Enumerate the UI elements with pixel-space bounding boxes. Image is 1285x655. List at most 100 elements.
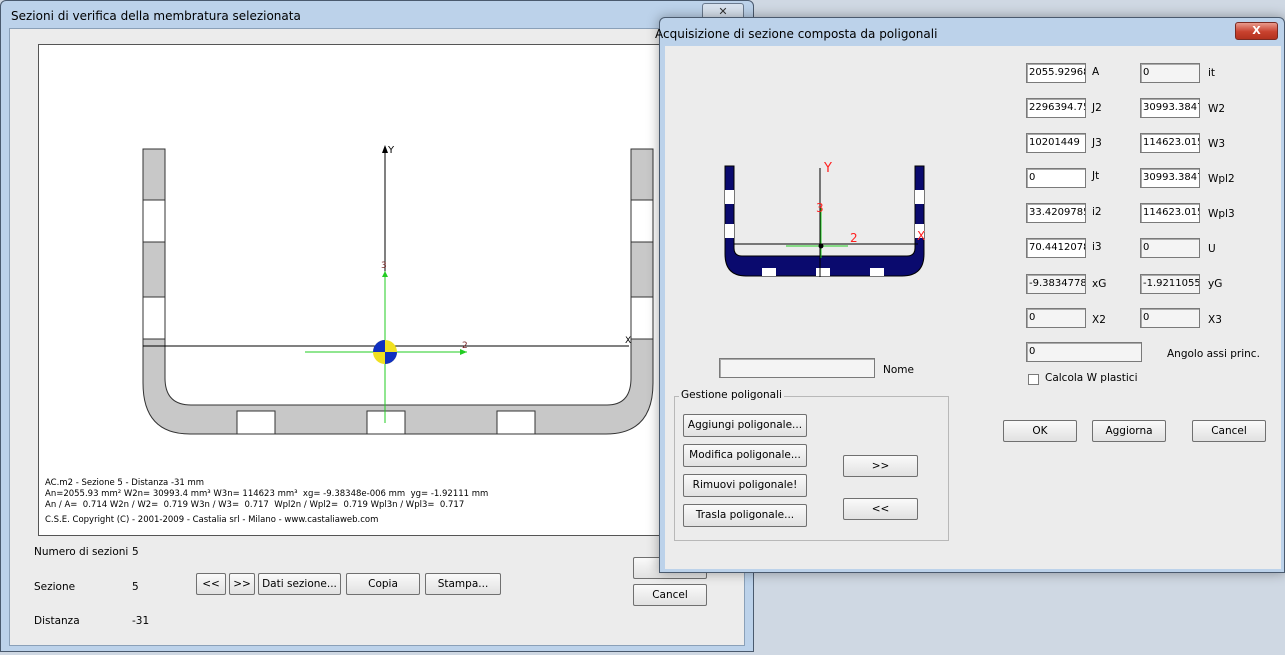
polygon-section-dialog: Acquisizione di sezione composta da poli… [655,17,1285,573]
right-gap-1 [630,199,654,243]
left-gap-1 [142,199,166,243]
field-jt[interactable]: 0 [1026,168,1086,188]
aggiungi-poligonale-button[interactable]: Aggiungi poligonale... [683,414,807,437]
field-yg[interactable]: -1.9211055 [1140,274,1200,294]
section-canvas: Y 3 2 X AC.m2 - Sezione 5 - Distanza -31… [38,44,680,536]
label-w3: W3 [1208,138,1226,150]
preview-bottom-gap-2 [816,268,830,276]
forward-button[interactable]: >> [843,455,918,477]
modifica-poligonale-button[interactable]: Modifica poligonale... [683,444,807,467]
next-section-button[interactable]: >> [229,573,255,595]
preview-bottom-gap-1 [762,268,776,276]
field-it[interactable]: 0 [1140,63,1200,83]
dati-sezione-button[interactable]: Dati sezione... [258,573,341,595]
field-x3[interactable]: 0 [1140,308,1200,328]
bottom-gap-2 [366,410,406,435]
label-xg: xG [1092,278,1107,290]
label-jt: Jt [1092,170,1100,182]
preview-label-x: X [917,229,925,243]
preview-right-gap-1 [915,190,924,204]
aggiorna-button[interactable]: Aggiorna [1092,420,1166,442]
preview-left-gap-2 [725,224,734,238]
copyright-text: C.S.E. Copyright (C) - 2001-2009 - Casta… [45,515,379,525]
field-wpl2[interactable]: 30993.3847 [1140,168,1200,188]
centroid-q1 [373,340,385,352]
preview-left-gap-1 [725,190,734,204]
nome-label: Nome [883,364,914,376]
preview-bottom-gap-3 [870,268,884,276]
field-j3[interactable]: 10201449 [1026,133,1086,153]
prev-section-button[interactable]: << [196,573,226,595]
field-i2[interactable]: 33.4209785 [1026,203,1086,223]
back-button[interactable]: << [843,498,918,520]
window-title: Sezioni di verifica della membratura sel… [11,9,301,23]
label-x2: X2 [1092,314,1106,326]
label-yg: yG [1208,278,1223,290]
trasla-poligonale-button[interactable]: Trasla poligonale... [683,504,807,527]
field-w2[interactable]: 30993.3847 [1140,98,1200,118]
numero-value: 5 [132,546,139,558]
label-wpl2: Wpl2 [1208,173,1235,185]
label-j3: J3 [1092,137,1102,149]
label-wpl3: Wpl3 [1208,208,1235,220]
label-w2: W2 [1208,103,1226,115]
label-2: 2 [462,341,468,351]
label-u: U [1208,243,1216,255]
section-drawing: Y 3 2 X [142,145,654,435]
centroid-q3 [385,352,397,364]
distanza-value: -31 [132,615,150,627]
nome-field[interactable] [719,358,875,378]
label-it: it [1208,67,1216,79]
cancel-button[interactable]: Cancel [1192,420,1266,442]
section-check-window: Sezioni di verifica della membratura sel… [0,0,754,652]
sezione-value: 5 [132,581,139,593]
right-gap-2 [630,296,654,340]
preview-centroid [818,243,824,249]
calcola-label: Calcola W plastici [1045,372,1138,384]
label-a: A [1092,66,1100,78]
preview-u-outline [724,165,925,277]
gestione-group-title: Gestione poligonali [679,389,784,401]
label-x: X [625,336,631,346]
field-wpl3[interactable]: 114623.015 [1140,203,1200,223]
numero-label: Numero di sezioni [34,546,129,558]
dialog-client: Y 3 2 X 2055.929682 A 0 it 2296394.75 J2… [665,46,1281,569]
preview-label-3: 3 [816,201,824,215]
field-w3[interactable]: 114623.015 [1140,133,1200,153]
field-a[interactable]: 2055.929682 [1026,63,1086,83]
section-preview: Y 3 2 X [724,161,925,277]
dialog-close-icon[interactable]: X [1235,22,1278,40]
calcola-checkbox[interactable] [1028,374,1039,385]
label-i2: i2 [1092,206,1102,218]
left-gap-2 [142,296,166,340]
bottom-gap-3 [496,410,536,435]
rimuovi-poligonale-button[interactable]: Rimuovi poligonale! [683,474,807,497]
stampa-button[interactable]: Stampa... [425,573,501,595]
info-line-1: AC.m2 - Sezione 5 - Distanza -31 mm [45,478,205,488]
sezione-label: Sezione [34,581,76,593]
bottom-gap-1 [236,410,276,435]
label-y: Y [387,145,395,156]
field-i3[interactable]: 70.4412078 [1026,238,1086,258]
label-x3: X3 [1208,314,1222,326]
field-xg[interactable]: -9.3834778 [1026,274,1086,294]
angolo-field[interactable]: 0 [1026,342,1142,362]
angolo-label: Angolo assi princ. [1167,348,1260,360]
distanza-label: Distanza [34,615,80,627]
label-j2: J2 [1092,102,1102,114]
dialog-title: Acquisizione di sezione composta da poli… [655,27,938,41]
u-section-outline [142,148,654,435]
ok-button[interactable]: OK [1003,420,1077,442]
axis-3-arrow [382,271,388,277]
preview-label-2: 2 [850,231,858,245]
preview-label-y: Y [823,161,832,176]
label-i3: i3 [1092,241,1102,253]
info-line-3: An / A= 0.714 W2n / W2= 0.719 W3n / W3= … [45,500,465,510]
cancel-button[interactable]: Cancel [633,584,707,606]
field-j2[interactable]: 2296394.75 [1026,98,1086,118]
label-3: 3 [381,261,387,271]
copia-button[interactable]: Copia [346,573,420,595]
field-x2[interactable]: 0 [1026,308,1086,328]
info-line-2: An=2055.93 mm² W2n= 30993.4 mm³ W3n= 114… [45,489,489,499]
field-u[interactable]: 0 [1140,238,1200,258]
